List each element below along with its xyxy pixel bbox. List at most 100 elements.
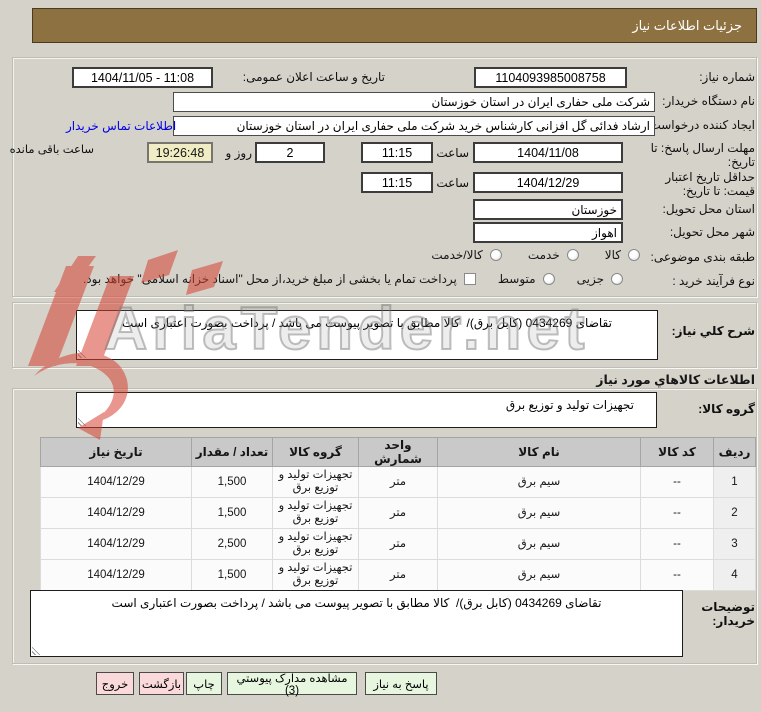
delivery-province-field[interactable] — [473, 199, 623, 220]
buyer-name-label: نام دستگاه خریدار: — [662, 94, 755, 108]
hours-remaining-label: ساعت باقی مانده — [9, 144, 94, 156]
cell-goods-code: -- — [640, 497, 714, 529]
subject-classification-label: طبقه بندی موضوعی: — [650, 250, 755, 264]
table-row: 2 -- سیم برق متر تجهیزات تولید و توزیع ب… — [40, 497, 756, 529]
buyer-notes-area: تقاضای 0434269 (کابل برق)/ کالا مطابق با… — [30, 590, 683, 657]
page-title: جزئیات اطلاعات نیاز — [32, 8, 757, 43]
cell-need-date: 1404/12/29 — [40, 466, 192, 498]
goods-group-area: تجهیزات تولید و توزیع برق — [76, 392, 657, 428]
goods-group-label: گروه کالا: — [698, 402, 755, 416]
countdown-timer: 19:26:48 — [147, 142, 213, 163]
cell-unit: متر — [358, 497, 438, 529]
exit-button[interactable]: خروج — [96, 672, 134, 695]
cell-row-index: 1 — [713, 466, 756, 498]
cell-row-index: 2 — [713, 497, 756, 529]
treasury-checkbox[interactable] — [463, 273, 476, 285]
validity-time-field[interactable] — [361, 172, 433, 193]
col-goods-code: کد کالا — [640, 437, 714, 467]
cell-goods-code: -- — [640, 466, 714, 498]
goods-group-textarea[interactable]: تجهیزات تولید و توزیع برق — [76, 392, 657, 428]
service-radio-label: خدمت — [527, 248, 560, 262]
col-quantity: تعداد / مقدار — [191, 437, 273, 467]
option-goods-service[interactable]: کالا/خدمت — [431, 248, 502, 262]
need-description-textarea[interactable]: تقاضای 0434269 (کابل برق)/ کالا مطابق با… — [76, 310, 658, 360]
cell-goods-group: تجهیزات تولید و توزیع برق — [272, 528, 359, 560]
need-number-field[interactable] — [474, 67, 627, 88]
view-attachments-button[interactable]: مشاهده مدارک پیوستي (3) — [227, 672, 357, 697]
deadline-time-field[interactable] — [361, 142, 433, 163]
goods-service-radio[interactable] — [489, 249, 502, 261]
cell-goods-name: سیم برق — [437, 466, 641, 498]
option-minor[interactable]: جزيی — [577, 272, 623, 286]
respond-to-need-button[interactable]: پاسخ به نیاز — [365, 672, 437, 695]
cell-goods-code: -- — [640, 559, 714, 591]
validity-date-field[interactable] — [473, 172, 623, 193]
back-button[interactable]: بازگشت — [139, 672, 184, 695]
cell-goods-group: تجهیزات تولید و توزیع برق — [272, 466, 359, 498]
col-need-date: تاریخ نیاز — [40, 437, 192, 467]
table-header-row: ردیف کد کالا نام کالا واحد شمارش گروه کا… — [40, 437, 756, 467]
days-and-label: روز و — [225, 146, 252, 160]
process-type-label: نوع فرآیند خرید : — [672, 274, 755, 288]
need-description-area: تقاضای 0434269 (کابل برق)/ کالا مطابق با… — [76, 310, 658, 360]
announce-datetime-field[interactable] — [72, 67, 213, 88]
service-radio[interactable] — [566, 249, 579, 261]
option-goods[interactable]: کالا — [605, 248, 640, 262]
goods-radio[interactable] — [628, 249, 640, 261]
treasury-checkbox-label: پرداخت تمام یا بخشی از مبلغ خرید،از محل … — [82, 272, 457, 286]
need-description-label: شرح کلي نیاز: — [671, 324, 755, 338]
col-goods-group: گروه کالا — [272, 437, 359, 467]
buyer-notes-label: توضیحات خریدار: — [701, 600, 755, 628]
option-medium[interactable]: متوسط — [498, 272, 555, 286]
cell-goods-group: تجهیزات تولید و توزیع برق — [272, 559, 359, 591]
minor-radio[interactable] — [611, 273, 623, 285]
goods-table: ردیف کد کالا نام کالا واحد شمارش گروه کا… — [40, 437, 756, 591]
option-service[interactable]: خدمت — [528, 248, 579, 262]
cell-row-index: 3 — [713, 528, 756, 560]
delivery-city-label: شهر محل تحویل: — [669, 225, 755, 239]
buyer-contact-link[interactable]: اطلاعات تماس خریدار — [66, 119, 176, 133]
deadline-label: مهلت ارسال پاسخ: تا تاریخ: — [650, 141, 755, 169]
cell-need-date: 1404/12/29 — [40, 497, 192, 529]
cell-unit: متر — [358, 528, 438, 560]
price-validity-label: حداقل تاریخ اعتبار قیمت: تا تاریخ: — [665, 170, 755, 198]
cell-quantity: 1,500 — [191, 466, 273, 498]
treasury-payment-option[interactable]: پرداخت تمام یا بخشی از مبلغ خرید،از محل … — [83, 272, 476, 286]
cell-goods-code: -- — [640, 528, 714, 560]
goods-service-radio-label: کالا/خدمت — [431, 248, 483, 262]
table-row: 1 -- سیم برق متر تجهیزات تولید و توزیع ب… — [40, 466, 756, 498]
cell-goods-name: سیم برق — [437, 559, 641, 591]
validity-hour-label: ساعت — [436, 176, 469, 190]
cell-unit: متر — [358, 559, 438, 591]
requester-label: ایجاد کننده درخواست: — [646, 118, 755, 132]
cell-goods-group: تجهیزات تولید و توزیع برق — [272, 497, 359, 529]
announce-datetime-label: تاریخ و ساعت اعلان عمومی: — [242, 70, 385, 84]
goods-info-section-header: اطلاعات کالاهاي مورد نیاز — [596, 373, 755, 387]
medium-radio[interactable] — [542, 273, 555, 285]
col-unit: واحد شمارش — [358, 437, 438, 467]
buyer-name-field[interactable] — [173, 92, 655, 112]
deadline-hour-label: ساعت — [436, 146, 469, 160]
cell-quantity: 2,500 — [191, 528, 273, 560]
col-row-index: ردیف — [713, 437, 756, 467]
medium-radio-label: متوسط — [497, 272, 536, 286]
deadline-date-field[interactable] — [473, 142, 623, 163]
process-type-options: جزيی متوسط پرداخت تمام یا بخشی از مبلغ خ… — [83, 272, 623, 286]
buyer-notes-textarea[interactable]: تقاضای 0434269 (کابل برق)/ کالا مطابق با… — [30, 590, 683, 657]
cell-unit: متر — [358, 466, 438, 498]
remaining-days-field[interactable] — [255, 142, 325, 163]
table-row: 3 -- سیم برق متر تجهیزات تولید و توزیع ب… — [40, 528, 756, 560]
cell-row-index: 4 — [713, 559, 756, 591]
cell-goods-name: سیم برق — [437, 528, 641, 560]
col-goods-name: نام کالا — [437, 437, 641, 467]
minor-radio-label: جزيی — [576, 272, 604, 286]
cell-quantity: 1,500 — [191, 559, 273, 591]
table-row: 4 -- سیم برق متر تجهیزات تولید و توزیع ب… — [40, 559, 756, 591]
cell-need-date: 1404/12/29 — [40, 528, 192, 560]
cell-quantity: 1,500 — [191, 497, 273, 529]
delivery-city-field[interactable] — [473, 222, 623, 243]
need-details-page: جزئیات اطلاعات نیاز شماره نیاز: تاریخ و … — [0, 0, 761, 712]
cell-need-date: 1404/12/29 — [40, 559, 192, 591]
requester-field[interactable] — [173, 116, 655, 136]
print-button[interactable]: چاپ — [186, 672, 222, 695]
